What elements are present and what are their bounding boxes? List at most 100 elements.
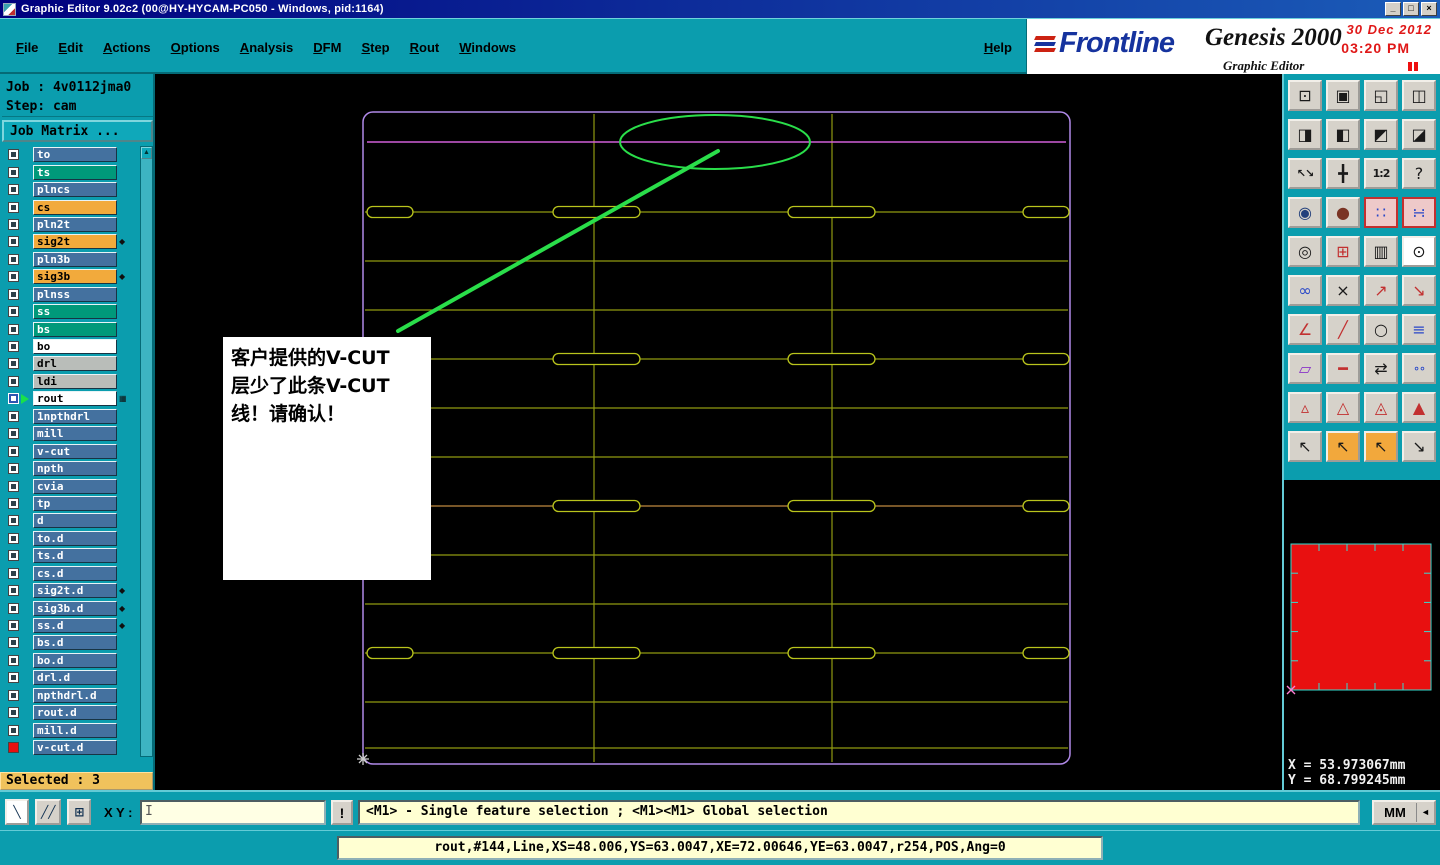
layer-button[interactable]: tp: [33, 495, 117, 511]
layer-button[interactable]: to: [33, 147, 117, 163]
tool-select-cursor[interactable]: ↖: [1288, 431, 1322, 462]
tool-display-mode[interactable]: ◉: [1288, 197, 1322, 228]
layer-button[interactable]: bo.d: [33, 652, 117, 668]
tool-triangle-ratio[interactable]: ◬: [1364, 392, 1398, 423]
layer-button[interactable]: v-cut: [33, 443, 117, 459]
tool-layer-pattern-map[interactable]: ∺: [1402, 197, 1436, 228]
tool-background-toggle[interactable]: ●: [1326, 197, 1360, 228]
layer-button[interactable]: rout: [33, 391, 117, 407]
layer-visibility-checkbox[interactable]: [8, 654, 19, 666]
menu-file[interactable]: File: [6, 36, 48, 59]
menu-help[interactable]: Help: [972, 36, 1024, 59]
tool-pan-right[interactable]: ◨: [1288, 119, 1322, 150]
layer-visibility-checkbox[interactable]: [8, 445, 19, 457]
tool-arc-tool[interactable]: ○: [1364, 314, 1398, 345]
layer-button[interactable]: plncs: [33, 182, 117, 198]
layer-visibility-checkbox[interactable]: [8, 428, 19, 440]
graphic-canvas[interactable]: 客户提供的V-CUT 层少了此条V-CUT 线！请确认！: [155, 74, 1282, 790]
tool-select-query[interactable]: ↖: [1364, 431, 1398, 462]
layer-visibility-checkbox[interactable]: [8, 480, 19, 492]
layer-button[interactable]: npth: [33, 461, 117, 477]
layer-button[interactable]: drl: [33, 356, 117, 372]
layer-visibility-checkbox[interactable]: [8, 166, 19, 178]
layer-button[interactable]: ts: [33, 164, 117, 180]
units-dropdown[interactable]: MM ◄: [1372, 800, 1436, 825]
layer-visibility-checkbox[interactable]: [8, 375, 19, 387]
tool-snap-target[interactable]: ◎: [1288, 236, 1322, 267]
minimize-button[interactable]: _: [1385, 2, 1401, 16]
layer-button[interactable]: bs.d: [33, 635, 117, 651]
layer-visibility-checkbox[interactable]: [8, 201, 19, 213]
tool-redraw-view[interactable]: ◩: [1364, 119, 1398, 150]
tool-overlay-layers[interactable]: ⊞: [1326, 236, 1360, 267]
layer-button[interactable]: ss.d: [33, 618, 117, 634]
menu-step[interactable]: Step: [351, 36, 399, 59]
menu-windows[interactable]: Windows: [449, 36, 526, 59]
layer-visibility-checkbox[interactable]: [8, 184, 19, 196]
layer-button[interactable]: mill.d: [33, 722, 117, 738]
menu-rout[interactable]: Rout: [400, 36, 450, 59]
layer-button[interactable]: drl.d: [33, 670, 117, 686]
layer-button[interactable]: d: [33, 513, 117, 529]
layer-button[interactable]: sig2t: [33, 234, 117, 250]
layer-button[interactable]: cs.d: [33, 565, 117, 581]
layer-button[interactable]: ldi: [33, 373, 117, 389]
layer-visibility-checkbox[interactable]: [8, 567, 19, 579]
tool-split-view[interactable]: ◫: [1402, 80, 1436, 111]
layer-visibility-checkbox[interactable]: [8, 532, 19, 544]
tool-zoom-in-step[interactable]: ▵: [1288, 392, 1322, 423]
tool-move-feature[interactable]: ↗: [1364, 275, 1398, 306]
tool-surface-tool[interactable]: ▱: [1288, 353, 1322, 384]
layer-button[interactable]: sig3b.d: [33, 600, 117, 616]
layer-visibility-checkbox[interactable]: [8, 620, 19, 632]
tool-transform-tool[interactable]: ⇄: [1364, 353, 1398, 384]
layer-visibility-checkbox[interactable]: [8, 463, 19, 475]
layer-visibility-checkbox[interactable]: [8, 497, 19, 509]
layer-visibility-checkbox[interactable]: [8, 707, 19, 719]
tool-zoom-out-step[interactable]: △: [1326, 392, 1360, 423]
menu-edit[interactable]: Edit: [48, 36, 93, 59]
layer-button[interactable]: sig3b: [33, 269, 117, 285]
tool-corner-zoom[interactable]: ◱: [1364, 80, 1398, 111]
scroll-up-button[interactable]: ▲: [141, 147, 152, 159]
tool-layer-color-map[interactable]: ∷: [1364, 197, 1398, 228]
layer-button[interactable]: mill: [33, 426, 117, 442]
layer-visibility-checkbox[interactable]: [8, 236, 19, 248]
tool-minimize-view[interactable]: ◪: [1402, 119, 1436, 150]
tool-full-view[interactable]: ▣: [1326, 80, 1360, 111]
tool-fill-tool[interactable]: ≡: [1402, 314, 1436, 345]
layer-button[interactable]: cs: [33, 199, 117, 215]
line-mode-button[interactable]: ╲: [5, 799, 29, 825]
menu-actions[interactable]: Actions: [93, 36, 161, 59]
layer-button[interactable]: sig2t.d: [33, 583, 117, 599]
xy-coordinate-input[interactable]: I: [140, 800, 326, 825]
tool-center-view[interactable]: ╋: [1326, 158, 1360, 189]
close-button[interactable]: ×: [1421, 2, 1437, 16]
layer-visibility-checkbox[interactable]: [8, 602, 19, 614]
tool-pad-highlight[interactable]: ⊙: [1402, 236, 1436, 267]
layer-button[interactable]: plnss: [33, 286, 117, 302]
layer-button[interactable]: v-cut.d: [33, 740, 117, 756]
layer-visibility-checkbox[interactable]: [8, 672, 19, 684]
layer-visibility-checkbox[interactable]: [8, 341, 19, 353]
layer-visibility-checkbox[interactable]: [8, 724, 19, 736]
tool-copy-feature[interactable]: ↘: [1402, 275, 1436, 306]
navigator-extent-box[interactable]: [1290, 543, 1432, 691]
layer-visibility-checkbox[interactable]: [8, 218, 19, 230]
layer-visibility-checkbox[interactable]: [8, 306, 19, 318]
tool-select-notes[interactable]: ↘: [1402, 431, 1436, 462]
layer-button[interactable]: 1npthdrl: [33, 408, 117, 424]
layer-visibility-checkbox[interactable]: [8, 271, 19, 283]
tool-delete-feature[interactable]: ×: [1326, 275, 1360, 306]
navigator-panel[interactable]: [1284, 480, 1440, 757]
tool-zoom-ratio[interactable]: 1:2: [1364, 158, 1398, 189]
tool-measure-angle[interactable]: ∠: [1288, 314, 1322, 345]
layer-visibility-checkbox[interactable]: [8, 742, 19, 754]
layer-visibility-checkbox[interactable]: [8, 637, 19, 649]
layer-visibility-checkbox[interactable]: [8, 358, 19, 370]
grid-mode-button[interactable]: ⊞: [67, 799, 92, 825]
layer-visibility-checkbox[interactable]: [8, 689, 19, 701]
tool-line-tool[interactable]: ╱: [1326, 314, 1360, 345]
layer-scrollbar[interactable]: ▲: [140, 146, 153, 757]
menu-options[interactable]: Options: [161, 36, 230, 59]
